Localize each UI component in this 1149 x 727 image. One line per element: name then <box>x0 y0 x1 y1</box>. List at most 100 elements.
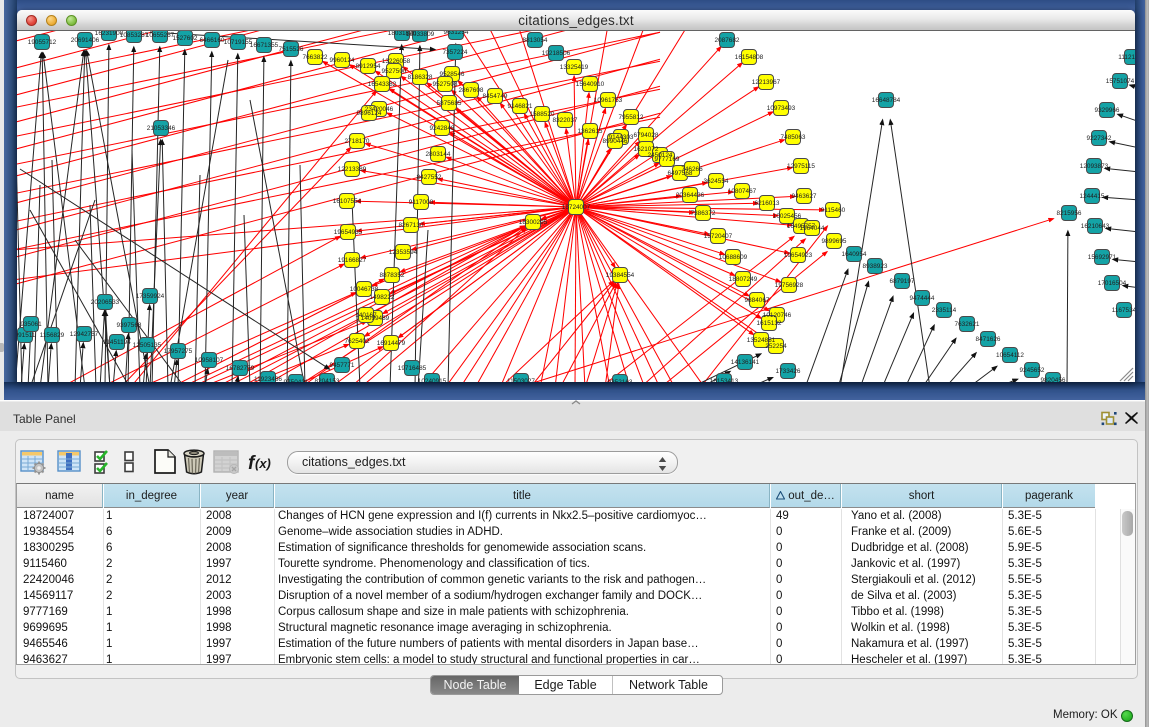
svg-text:1362615: 1362615 <box>578 128 603 135</box>
svg-text:9631254: 9631254 <box>444 31 469 36</box>
svg-text:18807249: 18807249 <box>729 276 758 283</box>
svg-text:9117008: 9117008 <box>409 199 434 206</box>
svg-text:18724007: 18724007 <box>562 204 591 211</box>
svg-text:16782759: 16782759 <box>226 365 255 372</box>
svg-text:19716485: 19716485 <box>398 365 427 372</box>
svg-text:7515526: 7515526 <box>279 46 304 53</box>
svg-text:10958107: 10958107 <box>195 357 224 364</box>
svg-text:1640954: 1640954 <box>842 251 867 258</box>
svg-text:16914479: 16914479 <box>377 340 406 347</box>
svg-text:9777169: 9777169 <box>655 156 680 163</box>
svg-text:746266: 746266 <box>681 166 703 173</box>
svg-text:15640910: 15640910 <box>576 81 605 88</box>
svg-text:12942757: 12942757 <box>70 331 99 338</box>
svg-text:1527602: 1527602 <box>173 35 198 42</box>
svg-text:12505135: 12505135 <box>133 342 162 349</box>
svg-text:1156829: 1156829 <box>40 332 65 339</box>
svg-text:8878352: 8878352 <box>380 272 405 279</box>
svg-text:10240915: 10240915 <box>418 378 447 382</box>
svg-text:6216013: 6216013 <box>755 200 780 207</box>
svg-text:9115460: 9115460 <box>821 207 846 214</box>
svg-text:17957275: 17957275 <box>164 348 193 355</box>
svg-text:12213967: 12213967 <box>752 79 781 86</box>
svg-text:9884067: 9884067 <box>745 297 770 304</box>
svg-text:2803144: 2803144 <box>426 151 451 158</box>
svg-text:10719155: 10719155 <box>224 39 253 46</box>
svg-text:252254: 252254 <box>765 343 787 350</box>
svg-text:16543382: 16543382 <box>368 81 397 88</box>
svg-text:8471626: 8471626 <box>976 336 1001 343</box>
svg-text:9245652: 9245652 <box>1020 367 1045 374</box>
svg-text:18300295: 18300295 <box>519 219 548 226</box>
svg-text:16107554: 16107554 <box>333 198 362 205</box>
svg-text:19654923: 19654923 <box>784 252 813 259</box>
svg-text:9528546: 9528546 <box>440 71 465 78</box>
svg-text:16154808: 16154808 <box>735 54 764 61</box>
svg-text:19756928: 19756928 <box>775 282 804 289</box>
svg-text:9960124: 9960124 <box>330 57 355 64</box>
svg-text:15692971: 15692971 <box>1088 254 1117 261</box>
svg-text:9242848: 9242848 <box>430 125 455 132</box>
svg-text:5875685: 5875685 <box>437 100 462 107</box>
svg-text:6466160: 6466160 <box>200 37 225 44</box>
svg-text:15751074: 15751074 <box>1106 78 1135 85</box>
svg-text:9352163: 9352163 <box>608 379 633 382</box>
svg-text:15720407: 15720407 <box>704 233 733 240</box>
svg-text:140167: 140167 <box>355 312 377 319</box>
svg-text:8912954: 8912954 <box>356 63 381 70</box>
svg-text:20206533: 20206533 <box>91 299 120 306</box>
svg-text:20364436: 20364436 <box>676 192 705 199</box>
svg-text:9820456: 9820456 <box>1041 377 1066 382</box>
svg-text:9457771: 9457771 <box>330 362 355 369</box>
svg-text:9527500: 9527500 <box>382 68 407 75</box>
svg-text:1498222: 1498222 <box>370 294 395 301</box>
svg-text:10654112: 10654112 <box>996 352 1024 359</box>
svg-text:17016504: 17016504 <box>1098 280 1127 287</box>
svg-text:8813054: 8813054 <box>523 37 548 44</box>
svg-text:19218506: 19218506 <box>542 50 571 57</box>
svg-text:12093873: 12093873 <box>1080 163 1109 170</box>
svg-text:9463627: 9463627 <box>792 193 817 200</box>
svg-text:13226058: 13226058 <box>382 58 411 65</box>
svg-text:12353594: 12353594 <box>389 249 418 256</box>
svg-text:19384554: 19384554 <box>606 272 635 279</box>
svg-text:9329966: 9329966 <box>1095 107 1120 114</box>
svg-text:10046738: 10046738 <box>350 286 379 293</box>
svg-text:10961753: 10961753 <box>594 97 623 104</box>
svg-text:19654935: 19654935 <box>334 229 363 236</box>
svg-text:2718170: 2718170 <box>345 138 370 145</box>
svg-text:16671355: 16671355 <box>250 42 279 49</box>
svg-text:7357224: 7357224 <box>443 49 468 56</box>
svg-text:10655267: 10655267 <box>146 32 175 39</box>
svg-text:2087682: 2087682 <box>715 37 740 44</box>
svg-text:7663822: 7663822 <box>303 54 328 61</box>
svg-text:13325419: 13325419 <box>560 64 589 71</box>
svg-text:(x): (x) <box>255 456 271 471</box>
svg-text:19055712: 19055712 <box>28 39 57 46</box>
svg-text:10688609: 10688609 <box>719 254 748 261</box>
svg-text:17359924: 17359924 <box>136 293 165 300</box>
svg-text:12975115: 12975115 <box>787 163 815 170</box>
svg-text:20691406: 20691406 <box>71 37 100 44</box>
svg-text:2867608: 2867608 <box>459 87 484 94</box>
svg-text:10025456: 10025456 <box>773 213 802 220</box>
svg-text:9397568: 9397568 <box>117 322 142 329</box>
svg-text:9896124: 9896124 <box>357 110 382 117</box>
svg-text:7625402: 7625402 <box>345 338 370 345</box>
svg-text:3624554: 3624554 <box>704 178 729 185</box>
svg-text:10120746: 10120746 <box>763 312 792 319</box>
svg-text:991511: 991511 <box>17 332 36 339</box>
svg-text:8204153: 8204153 <box>315 378 340 382</box>
svg-text:1615132: 1615132 <box>757 320 782 327</box>
svg-text:2335114: 2335114 <box>932 307 957 314</box>
svg-text:10853287: 10853287 <box>120 32 149 39</box>
svg-text:16210643: 16210643 <box>1081 223 1110 230</box>
svg-text:9750421: 9750421 <box>284 379 309 382</box>
svg-text:7955812: 7955812 <box>619 114 644 121</box>
svg-text:935061: 935061 <box>20 321 42 328</box>
svg-text:9146821: 9146821 <box>508 103 533 110</box>
svg-text:1733426: 1733426 <box>776 368 801 375</box>
svg-text:11121504: 11121504 <box>1118 54 1135 61</box>
svg-text:9474444: 9474444 <box>910 295 935 302</box>
svg-text:16033809: 16033809 <box>406 31 435 38</box>
